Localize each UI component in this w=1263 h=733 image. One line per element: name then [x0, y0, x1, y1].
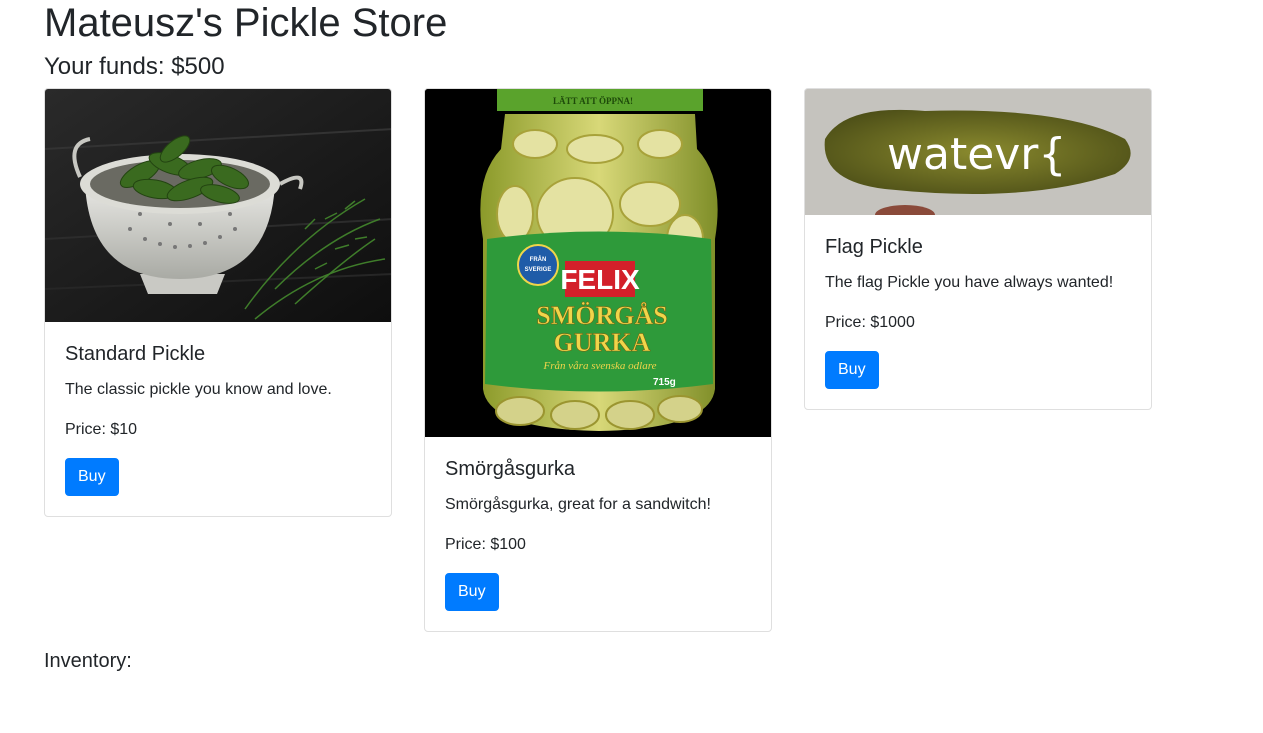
jar-product-line1: SMÖRGÅS: [536, 301, 667, 330]
jar-weight: 715g: [653, 377, 676, 388]
product-name: Standard Pickle: [65, 343, 206, 365]
product-description: Smörgåsgurka, great for a sandwitch!: [445, 496, 711, 513]
product-price: Price: $100: [445, 536, 526, 553]
card-body: Flag Pickle The flag Pickle you have alw…: [805, 215, 1151, 409]
product-card-flag-pickle: watevr{ Flag Pickle The flag Pickle you …: [804, 88, 1152, 410]
product-description: The classic pickle you know and love.: [65, 381, 332, 398]
card-body: Smörgåsgurka Smörgåsgurka, great for a s…: [425, 437, 771, 631]
jar-badge-line1: FRÅN: [530, 256, 547, 263]
product-description: The flag Pickle you have always wanted!: [825, 274, 1114, 291]
product-name: Flag Pickle: [825, 236, 923, 258]
colander-pickles-icon: [45, 89, 391, 322]
product-price: Price: $10: [65, 421, 138, 438]
buy-flag-pickle-button[interactable]: Buy: [825, 351, 879, 389]
inventory-heading: Inventory:: [44, 650, 132, 672]
flag-pickle-icon: watevr{: [805, 89, 1151, 215]
jar-lid-text: LÄTT ATT ÖPPNA!: [553, 96, 633, 106]
funds-display: Your funds: $500: [44, 53, 225, 80]
card-body: Standard Pickle The classic pickle you k…: [45, 322, 391, 516]
product-card-smorgasgurka: LÄTT ATT ÖPPNA! FELIX SMÖRGÅS GURKA Från…: [424, 88, 772, 632]
jar-tagline: Från våra svenska odlare: [543, 360, 657, 372]
buy-smorgasgurka-button[interactable]: Buy: [445, 573, 499, 611]
colander-pickles-image: [45, 89, 391, 322]
jar-brand: FELIX: [560, 264, 640, 295]
buy-standard-pickle-button[interactable]: Buy: [65, 458, 119, 496]
pickle-jar-image: LÄTT ATT ÖPPNA! FELIX SMÖRGÅS GURKA Från…: [425, 89, 771, 437]
pickle-jar-icon: LÄTT ATT ÖPPNA! FELIX SMÖRGÅS GURKA Från…: [425, 89, 771, 437]
product-card-standard-pickle: Standard Pickle The classic pickle you k…: [44, 88, 392, 517]
jar-product-line2: GURKA: [554, 328, 651, 357]
store-page: Mateusz's Pickle Store Your funds: $500: [0, 0, 1263, 733]
flag-pickle-image-text: watevr{: [887, 129, 1066, 180]
flag-pickle-image: watevr{: [805, 89, 1151, 215]
page-title: Mateusz's Pickle Store: [44, 1, 448, 45]
product-name: Smörgåsgurka: [445, 458, 576, 480]
product-price: Price: $1000: [825, 314, 915, 331]
jar-badge-line2: SVERIGE: [525, 267, 552, 273]
